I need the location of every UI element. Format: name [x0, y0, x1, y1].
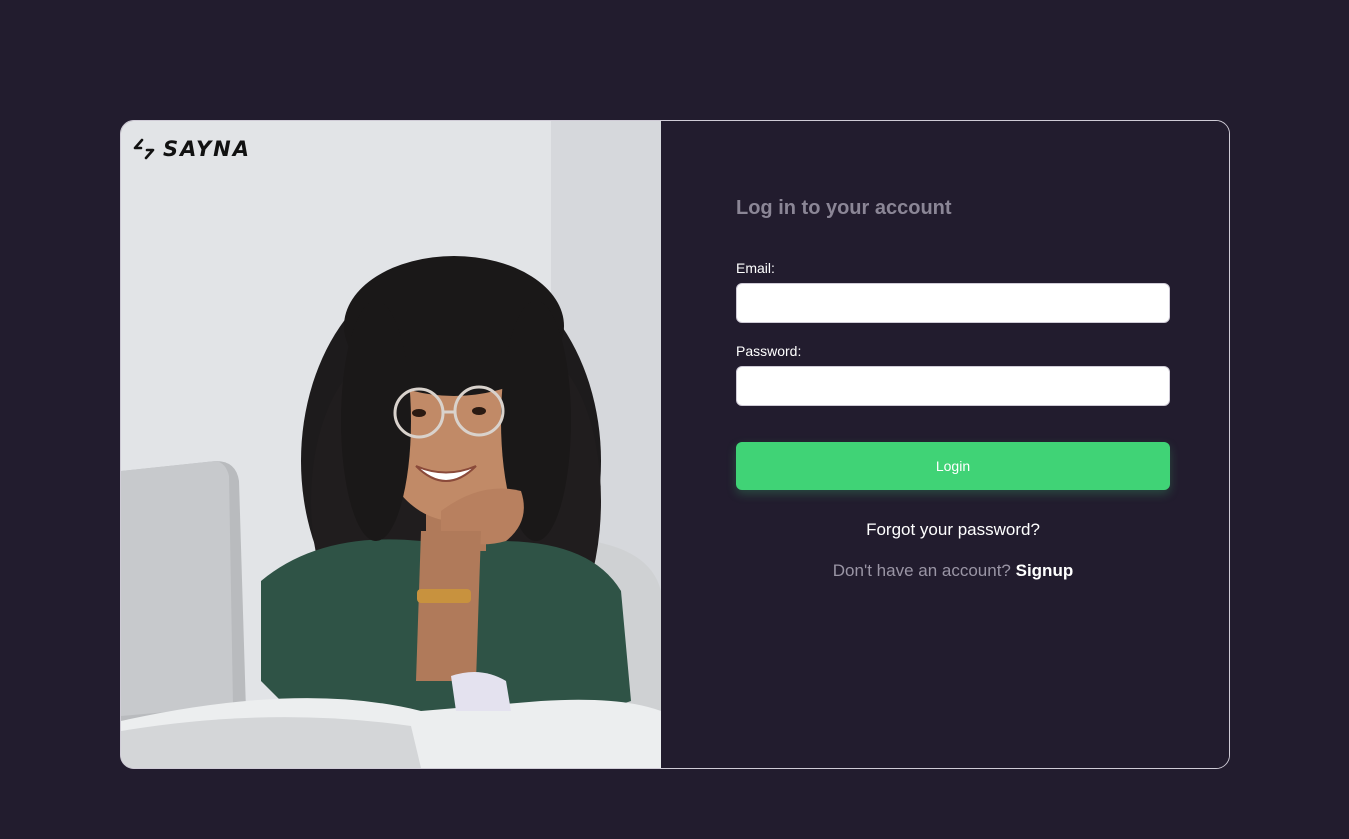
- woman-with-laptop-photo: [121, 121, 661, 768]
- password-field[interactable]: [736, 366, 1170, 406]
- signup-prompt-line: Don't have an account? Signup: [736, 561, 1170, 581]
- email-label: Email:: [736, 260, 775, 276]
- login-button[interactable]: Login: [736, 442, 1170, 490]
- login-card: SAYNA Log in to your account Email: Pass…: [120, 120, 1230, 769]
- forgot-password-link[interactable]: Forgot your password?: [736, 520, 1170, 540]
- signup-prompt-text: Don't have an account?: [832, 561, 1011, 580]
- signup-link[interactable]: Signup: [1016, 561, 1074, 580]
- page-title: Log in to your account: [736, 197, 952, 219]
- brand-name: SAYNA: [163, 137, 252, 161]
- sayna-logo-icon: [133, 138, 155, 160]
- login-form-panel: Log in to your account Email: Password: …: [661, 121, 1229, 768]
- password-label: Password:: [736, 343, 802, 359]
- brand-logo[interactable]: SAYNA: [133, 137, 251, 161]
- email-field[interactable]: [736, 283, 1170, 323]
- hero-photo-panel: SAYNA: [121, 121, 661, 768]
